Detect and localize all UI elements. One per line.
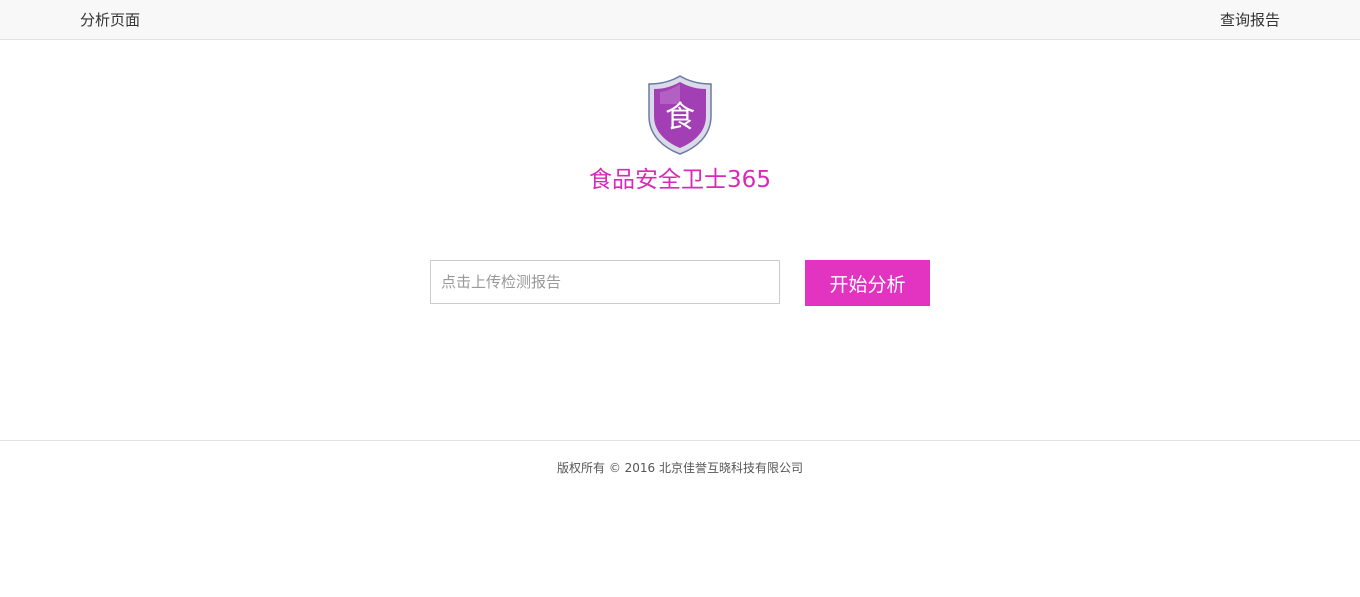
nav-analysis-page-link[interactable]: 分析页面 — [80, 10, 140, 30]
brand-title: 食品安全卫士365 — [589, 167, 771, 193]
upload-report-input[interactable] — [430, 260, 780, 304]
shield-icon: 食 — [648, 75, 712, 155]
start-analysis-button[interactable]: 开始分析 — [805, 260, 930, 306]
nav-query-report-link[interactable]: 查询报告 — [1220, 10, 1280, 30]
footer-copyright: 版权所有 © 2016 北京佳誉互晓科技有限公司 — [557, 461, 803, 475]
logo-glyph: 食 — [665, 100, 695, 135]
top-navbar: 分析页面 查询报告 — [0, 0, 1360, 40]
footer-divider — [0, 440, 1360, 441]
